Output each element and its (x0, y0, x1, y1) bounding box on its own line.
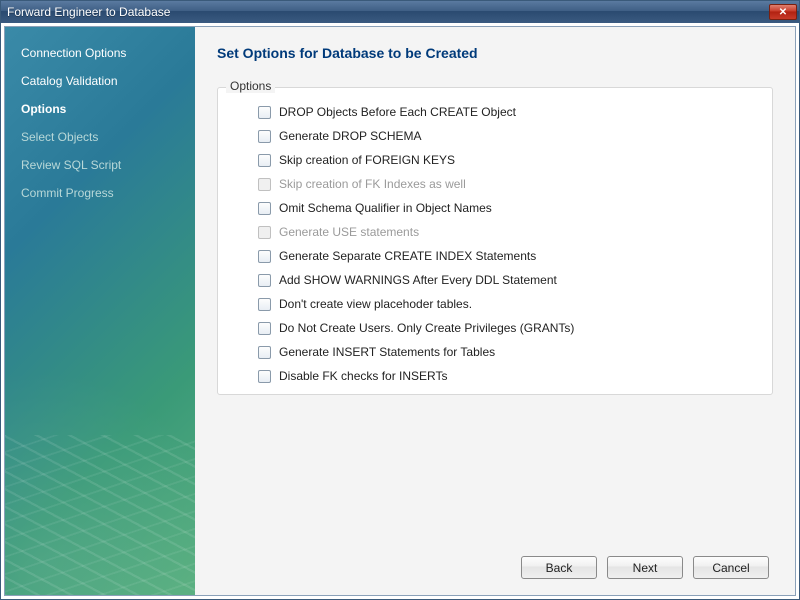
checkbox-icon[interactable] (258, 370, 271, 383)
button-label: Back (546, 561, 573, 575)
close-icon: ✕ (779, 7, 787, 18)
back-button[interactable]: Back (521, 556, 597, 579)
option-label: Generate USE statements (279, 225, 419, 239)
option-disable-fk-checks[interactable]: Disable FK checks for INSERTs (234, 364, 756, 388)
sidebar-step-label: Connection Options (21, 46, 126, 60)
option-label: Don't create view placehoder tables. (279, 297, 472, 311)
option-show-warnings[interactable]: Add SHOW WARNINGS After Every DDL Statem… (234, 268, 756, 292)
page-title: Set Options for Database to be Created (217, 45, 773, 61)
sidebar-step-options[interactable]: Options (5, 95, 195, 123)
option-generate-inserts[interactable]: Generate INSERT Statements for Tables (234, 340, 756, 364)
sidebar-step-review-sql: Review SQL Script (5, 151, 195, 179)
button-label: Cancel (712, 561, 749, 575)
option-skip-fk-indexes: Skip creation of FK Indexes as well (234, 172, 756, 196)
close-button[interactable]: ✕ (769, 4, 797, 20)
option-label: Skip creation of FK Indexes as well (279, 177, 466, 191)
content-panel: Set Options for Database to be Created O… (195, 27, 795, 595)
sidebar-step-label: Review SQL Script (21, 158, 121, 172)
option-label: Add SHOW WARNINGS After Every DDL Statem… (279, 273, 557, 287)
button-label: Next (633, 561, 658, 575)
option-label: Generate DROP SCHEMA (279, 129, 422, 143)
checkbox-icon[interactable] (258, 130, 271, 143)
option-no-view-placeholder[interactable]: Don't create view placehoder tables. (234, 292, 756, 316)
sidebar-step-catalog-validation[interactable]: Catalog Validation (5, 67, 195, 95)
checkbox-icon (258, 178, 271, 191)
dialog-body: Connection Options Catalog Validation Op… (4, 26, 796, 596)
option-label: DROP Objects Before Each CREATE Object (279, 105, 516, 119)
window-title: Forward Engineer to Database (7, 5, 769, 19)
button-row: Back Next Cancel (217, 544, 773, 583)
titlebar: Forward Engineer to Database ✕ (1, 1, 799, 23)
checkbox-icon[interactable] (258, 250, 271, 263)
checkbox-icon[interactable] (258, 202, 271, 215)
option-label: Disable FK checks for INSERTs (279, 369, 448, 383)
checkbox-icon[interactable] (258, 346, 271, 359)
option-drop-objects[interactable]: DROP Objects Before Each CREATE Object (234, 100, 756, 124)
checkbox-icon (258, 226, 271, 239)
checkbox-icon[interactable] (258, 298, 271, 311)
option-generate-use: Generate USE statements (234, 220, 756, 244)
checkbox-icon[interactable] (258, 106, 271, 119)
sidebar-step-label: Select Objects (21, 130, 98, 144)
sidebar-step-commit-progress: Commit Progress (5, 179, 195, 207)
next-button[interactable]: Next (607, 556, 683, 579)
wizard-sidebar: Connection Options Catalog Validation Op… (5, 27, 195, 595)
options-group: Options DROP Objects Before Each CREATE … (217, 87, 773, 395)
option-skip-fk[interactable]: Skip creation of FOREIGN KEYS (234, 148, 756, 172)
checkbox-icon[interactable] (258, 322, 271, 335)
options-group-label: Options (226, 79, 275, 93)
option-label: Skip creation of FOREIGN KEYS (279, 153, 455, 167)
sidebar-step-connection-options[interactable]: Connection Options (5, 39, 195, 67)
sidebar-step-label: Options (21, 102, 66, 116)
option-separate-create-index[interactable]: Generate Separate CREATE INDEX Statement… (234, 244, 756, 268)
option-label: Do Not Create Users. Only Create Privile… (279, 321, 574, 335)
option-omit-schema-qualifier[interactable]: Omit Schema Qualifier in Object Names (234, 196, 756, 220)
cancel-button[interactable]: Cancel (693, 556, 769, 579)
option-generate-drop-schema[interactable]: Generate DROP SCHEMA (234, 124, 756, 148)
option-label: Generate INSERT Statements for Tables (279, 345, 495, 359)
option-label: Generate Separate CREATE INDEX Statement… (279, 249, 536, 263)
option-label: Omit Schema Qualifier in Object Names (279, 201, 492, 215)
sidebar-step-label: Catalog Validation (21, 74, 118, 88)
dialog-window: Forward Engineer to Database ✕ Connectio… (0, 0, 800, 600)
checkbox-icon[interactable] (258, 154, 271, 167)
checkbox-icon[interactable] (258, 274, 271, 287)
sidebar-step-label: Commit Progress (21, 186, 114, 200)
sidebar-step-select-objects: Select Objects (5, 123, 195, 151)
option-no-create-users[interactable]: Do Not Create Users. Only Create Privile… (234, 316, 756, 340)
